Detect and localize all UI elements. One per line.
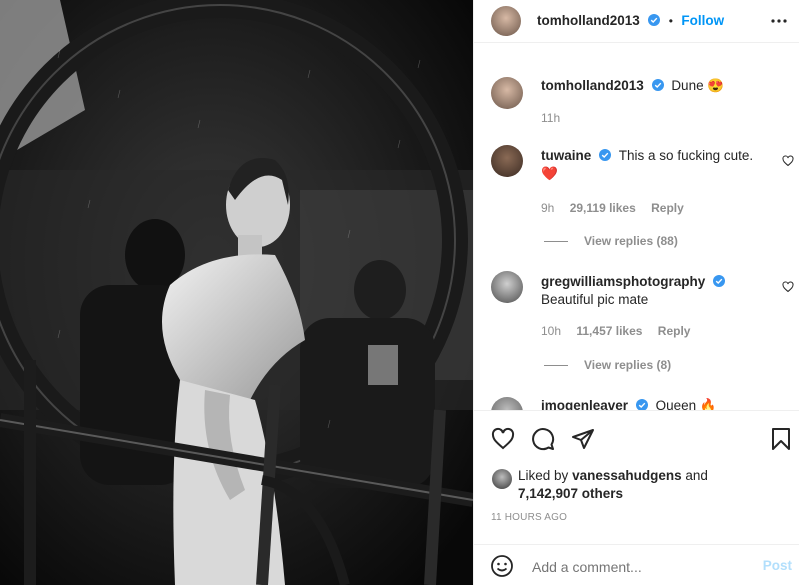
caption-row: tomholland2013 Dune 😍 11h [474,73,799,133]
caption-text: Dune [671,78,704,93]
replies-line [544,365,568,367]
emoji-icon[interactable] [490,554,514,578]
heart-icon[interactable] [490,427,516,451]
more-options-icon[interactable] [770,14,788,28]
view-replies-button[interactable]: View replies (88) [544,234,678,248]
comment-emoji: ❤️ [541,166,558,181]
author-avatar[interactable] [491,6,521,36]
verified-badge-icon [648,14,661,26]
like-comment-heart-icon[interactable] [782,155,794,167]
photo-image [0,0,473,585]
bookmark-icon[interactable] [770,427,792,451]
view-replies-button[interactable]: View replies (8) [544,358,671,372]
comment-text: Queen [655,398,697,410]
likes-summary: Liked by vanessahudgens and 7,142,907 ot… [518,467,788,503]
post-actions: Liked by vanessahudgens and 7,142,907 ot… [474,410,799,586]
comment-reply-button[interactable]: Reply [651,201,684,215]
post-details-panel: tomholland2013 • Follow tomholland2013 D… [473,0,799,585]
liked-by-prefix: Liked by [518,468,569,483]
view-replies-label: View replies (8) [584,358,672,372]
liked-by-avatar[interactable] [492,469,512,489]
comment-time: 9h [541,201,555,215]
comments-list[interactable]: tomholland2013 Dune 😍 11h tuwaine This a… [474,43,799,410]
liked-by-and: and [685,468,708,483]
add-comment-input[interactable] [530,556,754,578]
comment-text: Beautiful pic mate [541,292,649,307]
verified-badge-icon [713,275,726,287]
verified-badge-icon [651,79,664,91]
comment-text: This a so fucking cute. [618,148,754,163]
comment-avatar[interactable] [491,397,523,410]
comment-item: imogenleaver Queen 🔥 [474,393,799,410]
author-username[interactable]: tomholland2013 [537,13,640,28]
comment-likes[interactable]: 11,457 likes [576,324,642,338]
likes-others[interactable]: 7,142,907 others [518,486,623,501]
share-icon[interactable] [570,427,596,451]
like-comment-heart-icon[interactable] [782,281,794,293]
comment-avatar[interactable] [491,145,523,177]
liked-by-user[interactable]: vanessahudgens [572,468,682,483]
comment-icon[interactable] [530,427,556,451]
post-header: tomholland2013 • Follow [474,0,799,43]
comment-username[interactable]: tuwaine [541,148,591,163]
add-comment-bar: Post [474,544,799,587]
caption-username[interactable]: tomholland2013 [541,78,644,93]
caption-emoji: 😍 [707,78,725,93]
comment-time: 10h [541,324,562,338]
caption-avatar[interactable] [491,77,523,109]
comment-avatar[interactable] [491,271,523,303]
caption-time: 11h [541,111,561,125]
comment-likes[interactable]: 29,119 likes [570,201,636,215]
separator-dot: • [668,14,673,28]
post-photo[interactable] [0,0,473,585]
view-replies-label: View replies (88) [584,234,678,248]
comment-item: gregwilliamsphotography Beautiful pic ma… [474,265,799,375]
verified-badge-icon [635,399,648,410]
replies-line [544,241,568,243]
comment-reply-button[interactable]: Reply [658,324,691,338]
comment-item: tuwaine This a so fucking cute. ❤️ 9h 29… [474,141,799,251]
follow-button[interactable]: Follow [681,13,724,28]
post-comment-button[interactable]: Post [763,558,792,573]
comment-username[interactable]: imogenleaver [541,398,628,410]
comment-emoji: 🔥 [699,398,717,410]
comment-username[interactable]: gregwilliamsphotography [541,274,705,289]
post-timestamp: 11 HOURS AGO [491,512,568,523]
verified-badge-icon [599,149,612,161]
